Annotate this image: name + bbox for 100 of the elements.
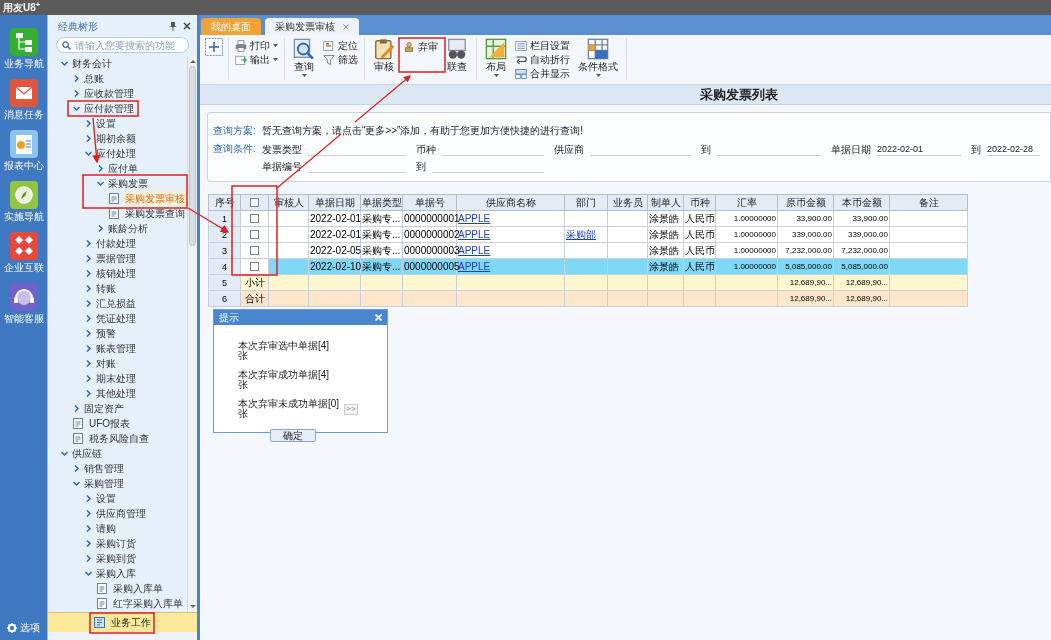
nav-item[interactable]: 实施导航 bbox=[3, 211, 44, 223]
tree-item[interactable]: 采购入库单 bbox=[111, 581, 165, 596]
chevron-right-icon[interactable] bbox=[85, 495, 92, 502]
chevron-right-icon[interactable] bbox=[73, 465, 80, 472]
chevron-right-icon[interactable] bbox=[85, 240, 92, 247]
tree-item[interactable]: 红字采购入库单 bbox=[111, 596, 185, 611]
chevron-right-icon[interactable] bbox=[85, 120, 92, 127]
column-header[interactable]: 单据类型 bbox=[360, 194, 403, 211]
chevron-right-icon[interactable] bbox=[85, 375, 92, 382]
caret-icon[interactable] bbox=[301, 74, 307, 77]
pin-icon[interactable] bbox=[169, 21, 177, 31]
tree-item[interactable]: 采购到货 bbox=[96, 551, 136, 566]
chevron-down-icon[interactable] bbox=[97, 180, 104, 187]
caret-icon[interactable] bbox=[595, 74, 601, 77]
chevron-right-icon[interactable] bbox=[85, 285, 92, 292]
nav-item[interactable]: 企业互联 bbox=[3, 262, 44, 274]
column-header[interactable]: 制单人 bbox=[647, 194, 684, 211]
nav-item[interactable]: 业务导航 bbox=[3, 58, 44, 70]
toolbar-button[interactable]: 联查 bbox=[444, 38, 470, 80]
input-field[interactable]: 2022-02-28 bbox=[987, 142, 1040, 156]
chevron-right-icon[interactable] bbox=[85, 330, 92, 337]
chevron-right-icon[interactable] bbox=[85, 510, 92, 517]
tree-item[interactable]: 销售管理 bbox=[84, 461, 124, 476]
chevron-down-icon[interactable] bbox=[85, 150, 92, 157]
toolbar-button[interactable]: 查询 bbox=[291, 38, 317, 80]
scroll-up-icon[interactable] bbox=[189, 58, 196, 64]
more-button[interactable]: >> bbox=[344, 403, 358, 415]
tree-item[interactable]: 预警 bbox=[96, 326, 116, 341]
nav-item[interactable]: 报表中心 bbox=[3, 160, 44, 172]
chevron-right-icon[interactable] bbox=[85, 360, 92, 367]
tree-item[interactable]: 应收款管理 bbox=[84, 86, 134, 101]
headset-icon[interactable] bbox=[9, 283, 38, 311]
tab[interactable]: 采购发票审核 bbox=[265, 18, 359, 35]
tree-item[interactable]: 期末处理 bbox=[96, 371, 136, 386]
checkbox[interactable] bbox=[250, 246, 259, 255]
tree-item[interactable]: 对账 bbox=[96, 356, 116, 371]
tree-item[interactable]: UFO报表 bbox=[87, 416, 133, 431]
bottom-tab[interactable]: 业务工作 bbox=[48, 612, 197, 632]
toolbar-button[interactable]: 弃审 bbox=[403, 40, 438, 53]
tree-item[interactable]: 固定资产 bbox=[84, 401, 124, 416]
chevron-right-icon[interactable] bbox=[85, 390, 92, 397]
toolbar-button[interactable]: 合并显示 bbox=[515, 67, 570, 80]
column-header[interactable]: 部门 bbox=[564, 194, 608, 211]
tree-item[interactable]: 凭证处理 bbox=[96, 311, 136, 326]
tree-item[interactable]: 总账 bbox=[84, 71, 104, 86]
tree-item[interactable]: 其他处理 bbox=[96, 386, 136, 401]
close-icon[interactable] bbox=[183, 22, 191, 30]
toolbar-button[interactable]: 栏目设置 bbox=[515, 39, 570, 52]
tree-item[interactable]: 供应链 bbox=[72, 446, 102, 461]
chevron-down-icon[interactable] bbox=[73, 480, 80, 487]
input-field[interactable]: 2022-02-01 bbox=[877, 142, 961, 156]
chevron-right-icon[interactable] bbox=[85, 300, 92, 307]
tree-item[interactable]: 核销处理 bbox=[96, 266, 136, 281]
ok-button[interactable]: 确定 bbox=[270, 429, 316, 442]
tree-diagram-icon[interactable] bbox=[9, 28, 38, 56]
tree-item[interactable]: 账表管理 bbox=[96, 341, 136, 356]
toolbar-button[interactable]: 自动折行 bbox=[515, 53, 570, 66]
tree-item[interactable]: 转账 bbox=[96, 281, 116, 296]
column-header[interactable]: 单据号 bbox=[402, 194, 457, 211]
chevron-right-icon[interactable] bbox=[73, 75, 80, 82]
chevron-right-icon[interactable] bbox=[97, 225, 104, 232]
chevron-right-icon[interactable] bbox=[85, 255, 92, 262]
tree-item[interactable]: 采购订货 bbox=[96, 536, 136, 551]
tree-item[interactable]: 供应商管理 bbox=[96, 506, 146, 521]
checkbox[interactable] bbox=[250, 198, 259, 207]
tree-item[interactable]: 采购发票查询 bbox=[123, 206, 187, 221]
column-header[interactable]: 单据日期 bbox=[308, 194, 361, 211]
toolbar-button[interactable]: 定位 bbox=[323, 39, 358, 52]
chevron-right-icon[interactable] bbox=[85, 135, 92, 142]
chevron-right-icon[interactable] bbox=[73, 405, 80, 412]
column-header[interactable]: 备注 bbox=[889, 194, 968, 211]
tree-item[interactable]: 付款处理 bbox=[96, 236, 136, 251]
toolbar-button[interactable]: 筛选 bbox=[323, 53, 358, 66]
tree-item[interactable]: 采购发票 bbox=[108, 176, 148, 191]
chevron-right-icon[interactable] bbox=[85, 345, 92, 352]
chevron-down-icon[interactable] bbox=[61, 450, 68, 457]
tree-item[interactable]: 账龄分析 bbox=[108, 221, 148, 236]
tree-item[interactable]: 期初余额 bbox=[96, 131, 136, 146]
tree-item[interactable]: 应付单 bbox=[108, 161, 138, 176]
column-header[interactable]: 原币金额 bbox=[777, 194, 834, 211]
caret-icon[interactable] bbox=[273, 44, 278, 47]
toolbar-button[interactable]: 输出 bbox=[235, 53, 278, 66]
toolbar-button[interactable]: 打印 bbox=[235, 39, 278, 52]
chevron-right-icon[interactable] bbox=[85, 315, 92, 322]
checkbox[interactable] bbox=[250, 262, 259, 271]
options-label[interactable]: 选项 bbox=[20, 620, 40, 635]
scrollbar-thumb[interactable] bbox=[189, 66, 196, 246]
tree-item[interactable]: 采购管理 bbox=[84, 476, 124, 491]
tree-item[interactable]: 采购入库 bbox=[96, 566, 136, 581]
tree-item[interactable]: 设置 bbox=[96, 116, 116, 131]
compass-icon[interactable] bbox=[9, 181, 38, 209]
chevron-right-icon[interactable] bbox=[85, 525, 92, 532]
checkbox[interactable] bbox=[250, 230, 259, 239]
tree-item[interactable]: 汇兑损益 bbox=[96, 296, 136, 311]
column-header[interactable]: 业务员 bbox=[607, 194, 648, 211]
nav-item[interactable]: 智能客服 bbox=[3, 313, 44, 325]
chevron-down-icon[interactable] bbox=[61, 60, 68, 67]
chevron-right-icon[interactable] bbox=[97, 165, 104, 172]
envelope-icon[interactable] bbox=[9, 79, 38, 107]
tree-item[interactable]: 税务风险自查 bbox=[87, 431, 151, 446]
